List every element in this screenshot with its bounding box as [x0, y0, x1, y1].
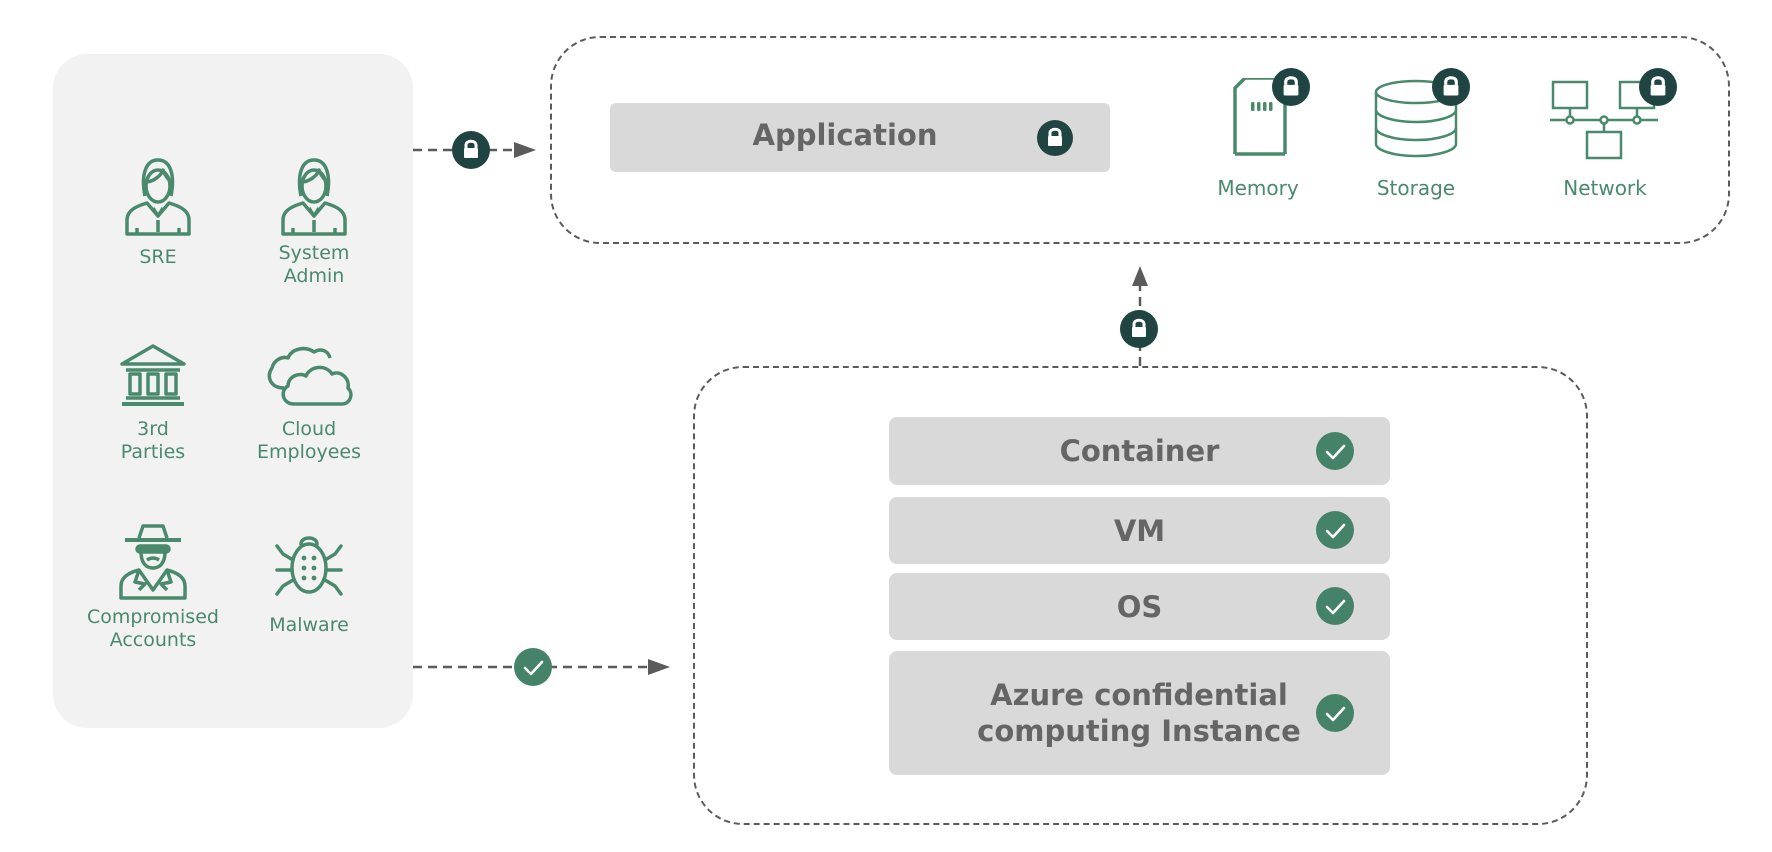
lock-badge	[452, 131, 490, 169]
connectors-layer	[413, 131, 1158, 686]
arrowhead-icon	[514, 142, 536, 158]
connector-threats-to-trusted-stack	[413, 648, 670, 686]
connector-stack-to-workload	[1120, 266, 1158, 366]
arrowhead-icon	[648, 659, 670, 675]
check-badge	[514, 648, 552, 686]
connector-threats-to-workload	[413, 131, 536, 169]
arrowhead-icon	[1132, 266, 1148, 286]
lock-badge	[1120, 310, 1158, 348]
